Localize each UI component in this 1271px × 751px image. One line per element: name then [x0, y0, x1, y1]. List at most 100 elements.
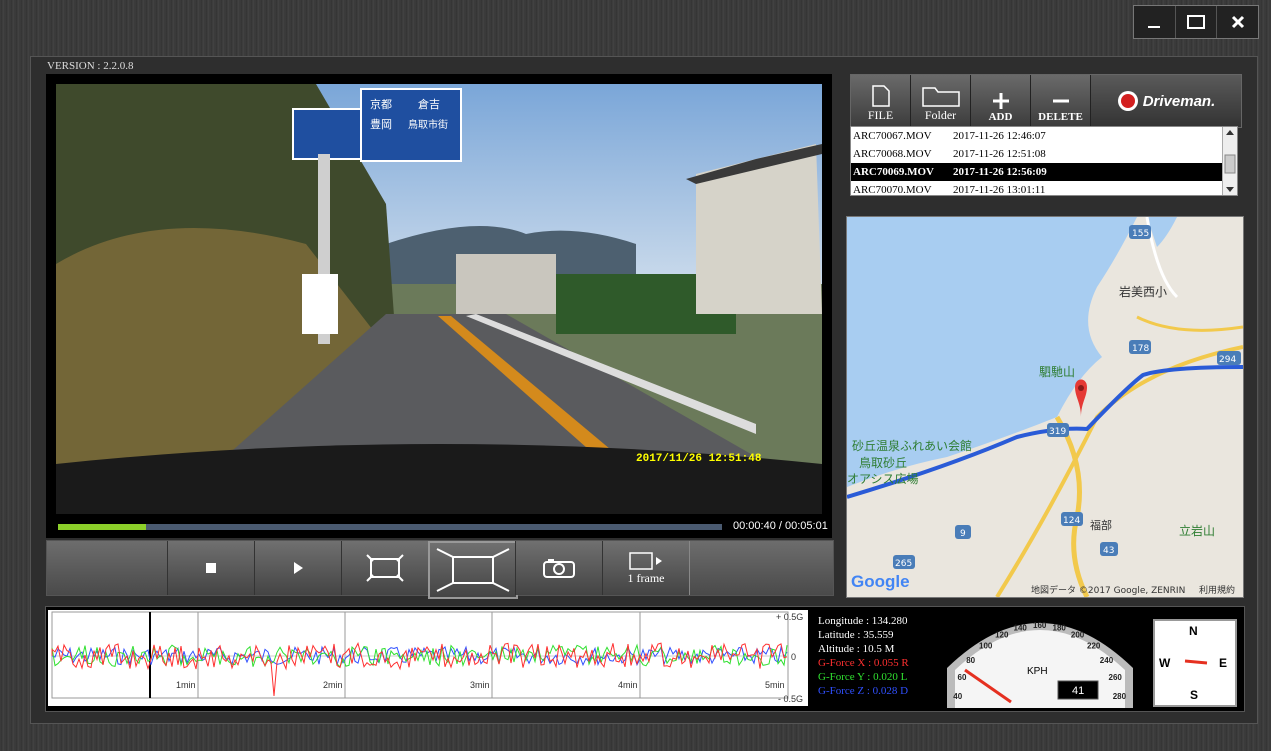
- g-force-x-value: G-Force X : 0.055 R: [818, 657, 909, 669]
- version-label: VERSION : 2.2.0.8: [47, 60, 134, 72]
- close-button[interactable]: [1217, 6, 1258, 38]
- compass-needle-icon: [1184, 659, 1208, 665]
- stop-icon: [206, 563, 216, 573]
- file-name: ARC70068.MOV: [853, 148, 932, 160]
- speed-unit: KPH: [1027, 666, 1048, 677]
- graph-tick: 4min: [618, 680, 638, 690]
- road-badge: 9: [960, 529, 966, 539]
- road-badge: 124: [1063, 516, 1080, 526]
- maximize-button[interactable]: [1176, 6, 1218, 38]
- map-attribution: 地図データ ©2017 Google, ZENRIN: [1031, 584, 1185, 596]
- g-force-z-value: G-Force Z : 0.028 D: [818, 685, 909, 697]
- speed-scale-label: 160: [1033, 621, 1047, 630]
- speed-scale-label: 140: [1014, 623, 1028, 632]
- file-button[interactable]: FILE: [851, 75, 911, 127]
- road-badge: 178: [1132, 344, 1149, 354]
- speed-scale-label: 200: [1071, 630, 1085, 639]
- map-label: 岩美西小: [1119, 284, 1167, 299]
- speed-scale-label: 120: [995, 630, 1009, 639]
- file-toolbar: FILE Folder ADD DELETE Driveman.: [850, 74, 1242, 128]
- file-row-selected[interactable]: ARC70069.MOV 2017-11-26 12:56:09: [851, 163, 1237, 181]
- map-label: 立岩山: [1179, 523, 1215, 538]
- file-name: ARC70067.MOV: [853, 130, 932, 142]
- sign-kyoto: 京都: [370, 97, 392, 111]
- folder-icon: [921, 87, 960, 107]
- speed-scale-label: 100: [979, 641, 993, 650]
- speedometer: 2040608010012014016018020022024026028030…: [947, 621, 1133, 708]
- file-date: 2017-11-26 12:56:09: [953, 166, 1047, 178]
- file-list: ARC70067.MOV 2017-11-26 12:46:07 ARC70068…: [850, 126, 1238, 196]
- map-terms-link[interactable]: 利用規約: [1199, 584, 1235, 596]
- compass-south: S: [1190, 688, 1198, 702]
- frame-step-button[interactable]: 1 frame: [602, 541, 690, 595]
- graph-bottom-label: - 0.5G: [778, 694, 803, 704]
- frame-step-label: 1 frame: [627, 570, 665, 585]
- stop-button[interactable]: [167, 541, 255, 595]
- camera-icon: [543, 559, 575, 578]
- folder-button[interactable]: Folder: [911, 75, 971, 127]
- add-button[interactable]: ADD: [971, 75, 1031, 127]
- time-display: 00:00:40 / 00:05:01: [733, 520, 828, 532]
- folder-label: Folder: [924, 108, 957, 122]
- graph-top-label: + 0.5G: [776, 612, 803, 622]
- file-row[interactable]: ARC70068.MOV 2017-11-26 12:51:08: [851, 145, 1237, 163]
- file-list-scrollbar[interactable]: [1222, 127, 1237, 195]
- delete-button[interactable]: DELETE: [1031, 75, 1091, 127]
- speed-scale-label: 220: [1087, 641, 1101, 650]
- speed-value: 41: [1072, 685, 1084, 697]
- minus-icon: [1052, 99, 1069, 103]
- delete-label: DELETE: [1038, 111, 1083, 123]
- minimize-icon: [1148, 26, 1161, 28]
- file-row[interactable]: ARC70070.MOV 2017-11-26 13:01:11: [851, 181, 1237, 199]
- map-label: 福部: [1090, 518, 1112, 532]
- file-icon: [871, 85, 890, 107]
- playback-controls: 1 frame: [46, 540, 834, 599]
- speed-scale-label: 240: [1100, 656, 1114, 665]
- road-badge: 155: [1132, 229, 1149, 239]
- road-badge: 43: [1103, 546, 1114, 556]
- compass-north: N: [1189, 624, 1198, 638]
- fullscreen-icon: [436, 548, 510, 592]
- gps-map[interactable]: 岩美西小 駟馳山 砂丘温泉ふれあい会館 鳥取砂丘 オアシス広場 福部 立岩山 1…: [846, 216, 1244, 598]
- longitude-value: Longitude : 134.280: [818, 615, 908, 627]
- compass: N S E W: [1153, 619, 1237, 707]
- compass-west: W: [1159, 656, 1171, 670]
- g-force-graph[interactable]: 1min 2min 3min 4min 5min + 0.5G 0 - 0.5G: [48, 610, 808, 706]
- add-label: ADD: [988, 111, 1013, 123]
- sign-kurayoshi: 倉吉: [418, 97, 440, 111]
- speed-scale-label: 280: [1113, 692, 1127, 701]
- brand-logo-icon: [1117, 91, 1138, 111]
- graph-tick: 2min: [323, 680, 343, 690]
- video-frame: 京都 倉吉 豊岡 鳥取市街 2017/11/26 12:51:48: [56, 84, 822, 514]
- brand-logo: Driveman.: [1091, 75, 1241, 127]
- timeline-slider[interactable]: [58, 524, 722, 530]
- sign-tottori: 鳥取市街: [408, 118, 448, 131]
- map-label: 駟馳山: [1039, 364, 1075, 379]
- map-label: オアシス広場: [847, 472, 919, 486]
- speed-scale-label: 180: [1053, 623, 1067, 632]
- film-frame-icon: [629, 551, 662, 570]
- snapshot-button[interactable]: [515, 541, 603, 595]
- graph-tick: 3min: [470, 680, 490, 690]
- file-name: ARC70070.MOV: [853, 184, 932, 196]
- maximize-icon: [1187, 15, 1205, 29]
- speed-scale-label: 80: [966, 656, 975, 665]
- fit-screen-button[interactable]: [341, 541, 429, 595]
- fullscreen-button[interactable]: [428, 541, 518, 599]
- graph-tick: 1min: [176, 680, 196, 690]
- play-button[interactable]: [254, 541, 342, 595]
- video-player[interactable]: 京都 倉吉 豊岡 鳥取市街 2017/11/26 12:51:48: [46, 74, 832, 538]
- file-row[interactable]: ARC70067.MOV 2017-11-26 12:46:07: [851, 127, 1237, 145]
- minimize-button[interactable]: [1134, 6, 1176, 38]
- close-icon: [1231, 15, 1244, 29]
- graph-tick: 5min: [765, 680, 785, 690]
- fit-screen-icon: [366, 554, 404, 582]
- window-controls: [1133, 5, 1259, 39]
- compass-east: E: [1219, 656, 1227, 670]
- g-force-y-value: G-Force Y : 0.020 L: [818, 671, 908, 683]
- road-badge: 319: [1049, 427, 1066, 437]
- map-label: 砂丘温泉ふれあい会館: [852, 438, 972, 453]
- map-label: 鳥取砂丘: [859, 455, 907, 470]
- file-date: 2017-11-26 12:46:07: [953, 130, 1046, 142]
- file-name: ARC70069.MOV: [853, 166, 934, 178]
